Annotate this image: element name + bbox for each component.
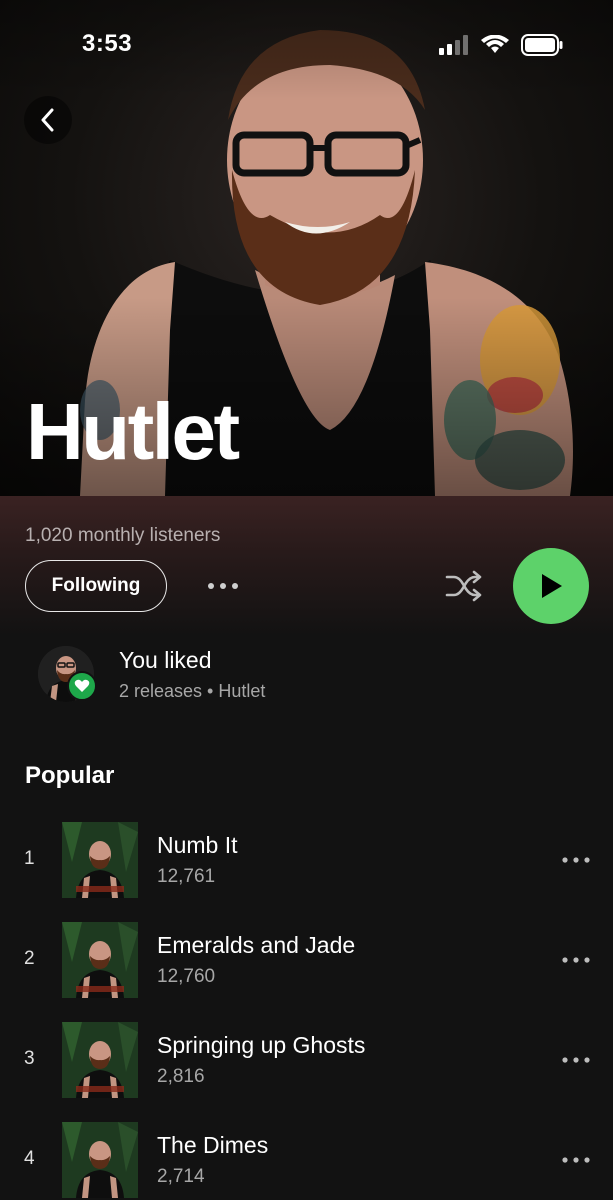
- wifi-icon: [481, 35, 509, 53]
- monthly-listeners: 1,020 monthly listeners: [25, 525, 221, 546]
- status-time: 3:53: [82, 30, 133, 57]
- track-play-count: 2,714: [157, 1166, 205, 1187]
- track-title: The Dimes: [157, 1132, 269, 1158]
- track-row[interactable]: 2 Emeralds and Jade 12,760: [0, 922, 613, 1002]
- more-horizontal-icon: [562, 1057, 590, 1063]
- status-icons: [439, 34, 563, 56]
- track-title: Springing up Ghosts: [157, 1032, 366, 1058]
- shuffle-button[interactable]: [440, 564, 488, 608]
- track-artwork: [62, 822, 138, 898]
- track-play-count: 12,761: [157, 866, 216, 887]
- more-horizontal-icon: [562, 857, 590, 863]
- track-more-button[interactable]: [556, 844, 596, 876]
- liked-badge: [67, 671, 97, 701]
- track-rank: 2: [24, 948, 35, 969]
- play-button[interactable]: [513, 548, 589, 624]
- more-horizontal-icon: [208, 583, 238, 589]
- cellular-signal-icon: [439, 35, 468, 55]
- battery-icon: [521, 34, 563, 56]
- track-artwork-image: [62, 1122, 138, 1198]
- track-artwork: [62, 922, 138, 998]
- track-title: Numb It: [157, 832, 238, 858]
- track-rank: 4: [24, 1148, 35, 1169]
- track-rank: 1: [24, 848, 35, 869]
- more-horizontal-icon: [562, 957, 590, 963]
- play-icon: [542, 574, 562, 598]
- track-artwork: [62, 1122, 138, 1198]
- heart-icon: [74, 679, 90, 692]
- track-play-count: 12,760: [157, 966, 216, 987]
- track-more-button[interactable]: [556, 1144, 596, 1176]
- shuffle-icon: [445, 570, 482, 602]
- track-row[interactable]: 3 Springing up Ghosts 2,816: [0, 1022, 613, 1102]
- track-artwork-image: [62, 922, 138, 998]
- track-row[interactable]: 1 Numb It 12,761: [0, 822, 613, 902]
- track-artwork-image: [62, 822, 138, 898]
- chevron-left-icon: [41, 108, 54, 132]
- track-more-button[interactable]: [556, 1044, 596, 1076]
- status-bar: 3:53: [0, 0, 613, 90]
- more-options-button[interactable]: [200, 568, 246, 604]
- back-button[interactable]: [24, 96, 72, 144]
- track-more-button[interactable]: [556, 944, 596, 976]
- follow-button[interactable]: Following: [25, 560, 167, 612]
- track-row[interactable]: 4 The Dimes 2,714: [0, 1122, 613, 1200]
- track-play-count: 2,816: [157, 1066, 205, 1087]
- liked-title: You liked: [119, 647, 212, 673]
- liked-releases-row[interactable]: You liked 2 releases • Hutlet: [0, 636, 613, 726]
- track-rank: 3: [24, 1048, 35, 1069]
- track-artwork-image: [62, 1022, 138, 1098]
- popular-section-title: Popular: [25, 762, 115, 789]
- liked-subtitle: 2 releases • Hutlet: [119, 681, 266, 701]
- track-title: Emeralds and Jade: [157, 932, 356, 958]
- track-artwork: [62, 1022, 138, 1098]
- artist-name: Hutlet: [26, 387, 240, 476]
- more-horizontal-icon: [562, 1157, 590, 1163]
